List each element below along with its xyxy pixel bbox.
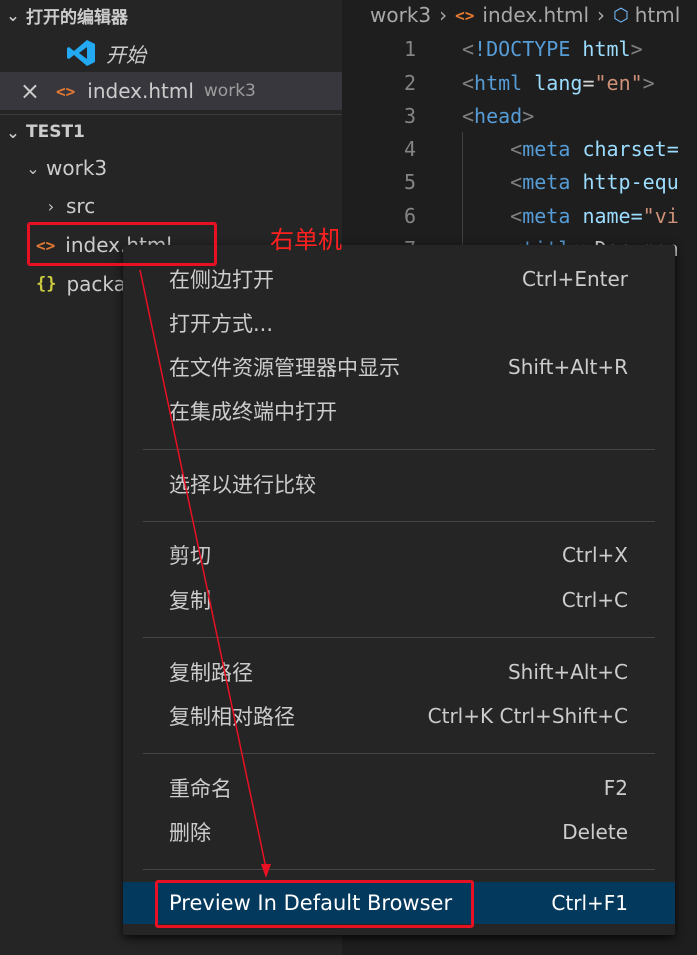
- menu-item-shortcut: Ctrl+Enter: [521, 267, 628, 291]
- open-editor-label: 开始: [106, 42, 146, 67]
- line-number: 1: [403, 36, 416, 61]
- breadcrumb: work3 › <> index.html › ⬡ html: [342, 0, 680, 30]
- code-line[interactable]: 4 < meta charset=: [342, 132, 679, 165]
- chevron-down-icon: ⌄: [6, 5, 20, 25]
- annotation-box-file: [27, 222, 217, 266]
- menu-item-rename[interactable]: 重命名 F2: [123, 766, 675, 810]
- line-number: 2: [403, 70, 416, 95]
- breadcrumb-folder[interactable]: work3: [370, 3, 431, 27]
- menu-separator: [143, 753, 655, 754]
- menu-item-label: 重命名: [169, 777, 232, 801]
- cube-icon: ⬡: [613, 4, 629, 26]
- annotation-text: 右单机: [270, 226, 342, 254]
- menu-item-label: 复制相对路径: [169, 705, 295, 729]
- menu-item-shortcut: Ctrl+K Ctrl+Shift+C: [427, 704, 628, 728]
- menu-item-label: 选择以进行比较: [169, 473, 316, 497]
- menu-item-shortcut: Ctrl+X: [561, 543, 628, 567]
- vscode-logo-icon: [66, 39, 98, 67]
- menu-item-delete[interactable]: 删除 Delete: [123, 810, 675, 854]
- menu-item-label: 删除: [169, 821, 211, 845]
- menu-item-shortcut: Ctrl+C: [561, 588, 628, 612]
- code-line[interactable]: 2 < html lang = "en" >: [342, 66, 655, 99]
- json-file-icon: {}: [36, 274, 57, 294]
- breadcrumb-file[interactable]: index.html: [482, 3, 589, 27]
- menu-separator: [143, 449, 655, 450]
- code-token: html: [474, 70, 523, 95]
- html-file-icon: <>: [455, 5, 475, 25]
- menu-item-cut[interactable]: 剪切 Ctrl+X: [123, 533, 675, 577]
- chevron-right-icon: ›: [47, 196, 55, 216]
- tree-item-work3[interactable]: ⌄ work3: [0, 149, 342, 187]
- code-line[interactable]: 1 < !DOCTYPE html >: [342, 32, 643, 65]
- chevron-down-icon: ⌄: [26, 158, 40, 178]
- menu-item-label: 复制路径: [169, 661, 253, 685]
- close-icon[interactable]: ×: [0, 77, 40, 105]
- chevron-right-icon: ›: [439, 3, 448, 27]
- line-number: 6: [403, 203, 416, 228]
- open-editor-description: work3: [203, 81, 256, 101]
- html-file-icon: <>: [56, 81, 76, 101]
- menu-separator: [143, 637, 655, 638]
- menu-item-copy-relative-path[interactable]: 复制相对路径 Ctrl+K Ctrl+Shift+C: [123, 694, 675, 738]
- chevron-down-icon: ⌄: [6, 122, 20, 142]
- annotation-box-menu-item: [155, 880, 474, 928]
- menu-item-shortcut: F2: [603, 776, 628, 800]
- menu-item-shortcut: Shift+Alt+R: [508, 355, 628, 379]
- menu-item-label: 在侧边打开: [169, 268, 274, 292]
- line-number: 5: [403, 169, 416, 194]
- tree-item-label: work3: [46, 156, 108, 180]
- code-token: charset=: [582, 136, 679, 161]
- workspace-title: TEST1: [26, 122, 85, 142]
- menu-separator: [143, 869, 655, 870]
- menu-item-select-for-compare[interactable]: 选择以进行比较: [123, 462, 675, 506]
- open-editors-title: 打开的编辑器: [26, 7, 128, 28]
- code-token: name=: [582, 203, 643, 228]
- code-token: "en": [594, 70, 643, 95]
- menu-item-copy-path[interactable]: 复制路径 Shift+Alt+C: [123, 650, 675, 694]
- menu-item-label: 打开方式...: [169, 312, 274, 336]
- code-line[interactable]: 6 < meta name= "vi: [342, 199, 679, 232]
- explorer-folder-header[interactable]: ⌄ TEST1: [0, 114, 342, 149]
- code-token: "vi: [642, 203, 679, 228]
- menu-item-shortcut: Shift+Alt+C: [507, 660, 628, 684]
- menu-item-open-in-terminal[interactable]: 在集成终端中打开: [123, 389, 675, 433]
- line-number: 3: [403, 103, 416, 128]
- breadcrumb-symbol[interactable]: html: [635, 3, 681, 27]
- code-token: http-equ: [582, 169, 679, 194]
- open-editors-header[interactable]: ⌄ 打开的编辑器: [0, 0, 342, 30]
- code-token: meta: [522, 169, 571, 194]
- open-editor-item-start[interactable]: 开始: [0, 34, 342, 72]
- open-editor-label: index.html: [87, 79, 194, 103]
- code-token: head: [474, 103, 523, 128]
- menu-item-reveal-in-explorer[interactable]: 在文件资源管理器中显示 Shift+Alt+R: [123, 345, 675, 389]
- code-token: lang: [534, 70, 583, 95]
- context-menu: 在侧边打开 Ctrl+Enter 打开方式... 在文件资源管理器中显示 Shi…: [123, 245, 675, 935]
- code-token: meta: [522, 203, 571, 228]
- menu-item-shortcut: Ctrl+F1: [551, 891, 628, 915]
- menu-item-copy[interactable]: 复制 Ctrl+C: [123, 578, 675, 622]
- tree-item-label: src: [66, 194, 96, 218]
- code-token: !DOCTYPE: [474, 36, 571, 61]
- chevron-right-icon: ›: [597, 3, 606, 27]
- menu-item-open-with[interactable]: 打开方式...: [123, 301, 675, 345]
- menu-item-shortcut: Delete: [562, 820, 628, 844]
- code-token: meta: [522, 136, 571, 161]
- menu-item-label: 剪切: [169, 544, 211, 568]
- menu-item-label: 复制: [169, 589, 211, 613]
- menu-item-label: 在文件资源管理器中显示: [169, 356, 400, 380]
- line-number: 4: [403, 136, 416, 161]
- code-token: html: [582, 36, 631, 61]
- code-line[interactable]: 5 < meta http-equ: [342, 165, 679, 198]
- open-editor-item-index-html[interactable]: × <> index.html work3: [0, 72, 342, 110]
- menu-item-label: 在集成终端中打开: [169, 400, 337, 424]
- menu-separator: [143, 521, 655, 522]
- code-line[interactable]: 3 < head >: [342, 99, 534, 132]
